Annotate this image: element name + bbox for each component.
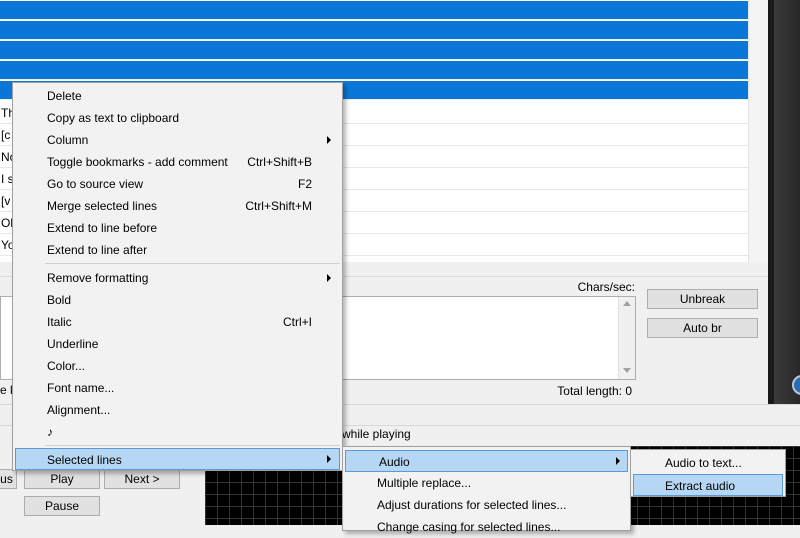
grid-row-selected[interactable] <box>0 21 748 40</box>
menu-item-underline[interactable]: Underline <box>15 333 340 355</box>
menu-item-adjust-durations[interactable]: Adjust durations for selected lines... <box>345 494 628 516</box>
menu-item-copy-as-text[interactable]: Copy as text to clipboard <box>15 107 340 129</box>
menu-item-shortcut: F2 <box>297 177 312 191</box>
video-preview[interactable] <box>768 0 800 410</box>
total-length-label: Total length: 0 <box>557 384 632 398</box>
menu-item-label: Copy as text to clipboard <box>47 111 180 125</box>
grid-scrollbar[interactable] <box>748 0 768 262</box>
scroll-down-arrow-icon[interactable] <box>623 368 631 373</box>
menu-item-label: Extend to line before <box>47 221 158 235</box>
menu-item-label: Underline <box>47 337 99 351</box>
menu-item-label: Column <box>47 133 89 147</box>
menu-item-extract-audio[interactable]: Extract audio <box>633 474 783 496</box>
menu-item-shortcut: Ctrl+I <box>282 315 312 329</box>
menu-item-label: Bold <box>47 293 72 307</box>
menu-item-label: Go to source view <box>47 177 144 191</box>
menu-separator <box>45 263 340 264</box>
unbreak-button[interactable]: Unbreak <box>647 289 758 309</box>
submenu-arrow-icon <box>327 455 331 463</box>
menu-separator <box>45 445 340 446</box>
menu-item-audio[interactable]: Audio <box>345 450 628 472</box>
grid-row-selected[interactable] <box>0 1 748 20</box>
scroll-up-arrow-icon[interactable] <box>623 301 631 306</box>
menu-item-font-name[interactable]: Font name... <box>15 377 340 399</box>
previous-button[interactable]: us <box>0 469 17 489</box>
menu-item-selected-lines[interactable]: Selected lines <box>15 448 340 470</box>
pause-button[interactable]: Pause <box>24 496 100 516</box>
menu-item-label: Audio <box>379 455 410 469</box>
menu-item-bold[interactable]: Bold <box>15 289 340 311</box>
menu-item-label: Merge selected lines <box>47 199 158 213</box>
menu-item-shortcut: Ctrl+Shift+M <box>245 199 312 213</box>
submenu-arrow-icon <box>616 457 620 465</box>
while-playing-label: while playing <box>342 427 411 441</box>
menu-item-extend-to-line-before[interactable]: Extend to line before <box>15 217 340 239</box>
menu-item-label: ♪ <box>47 425 53 439</box>
menu-item-multiple-replace[interactable]: Multiple replace... <box>345 472 628 494</box>
menu-item-audio-to-text[interactable]: Audio to text... <box>633 452 783 474</box>
menu-item-label: Audio to text... <box>665 456 742 470</box>
menu-item-delete[interactable]: Delete <box>15 85 340 107</box>
menu-item-label: Adjust durations for selected lines... <box>377 498 567 512</box>
grid-row-selected[interactable] <box>0 41 748 60</box>
play-button[interactable]: Play <box>24 469 100 489</box>
menu-item-music-note[interactable]: ♪ <box>15 421 340 443</box>
menu-item-change-casing[interactable]: Change casing for selected lines... <box>345 516 628 538</box>
submenu-arrow-icon <box>327 136 331 144</box>
menu-item-label: Alignment... <box>47 403 111 417</box>
grid-row-selected[interactable] <box>0 61 748 80</box>
menu-item-column[interactable]: Column <box>15 129 340 151</box>
menu-item-italic[interactable]: Italic Ctrl+I <box>15 311 340 333</box>
menu-item-label: Selected lines <box>47 453 122 467</box>
menu-item-toggle-bookmarks[interactable]: Toggle bookmarks - add comment Ctrl+Shift… <box>15 151 340 173</box>
menu-item-label: Extend to line after <box>47 243 148 257</box>
menu-item-shortcut: Ctrl+Shift+B <box>247 155 312 169</box>
auto-br-button[interactable]: Auto br <box>647 318 758 338</box>
menu-item-label: Change casing for selected lines... <box>377 520 561 534</box>
menu-item-color[interactable]: Color... <box>15 355 340 377</box>
context-menu: Delete Copy as text to clipboard Column … <box>12 82 343 471</box>
menu-item-label: Extract audio <box>665 479 736 493</box>
next-button[interactable]: Next > <box>104 469 180 489</box>
menu-item-label: Toggle bookmarks - add comment <box>47 155 228 169</box>
video-frame <box>774 0 800 410</box>
menu-item-go-to-source-view[interactable]: Go to source view F2 <box>15 173 340 195</box>
menu-item-label: Italic <box>47 315 72 329</box>
menu-item-extend-to-line-after[interactable]: Extend to line after <box>15 239 340 261</box>
menu-item-label: Color... <box>47 359 86 373</box>
menu-item-label: Font name... <box>47 381 115 395</box>
text-scrollbar[interactable] <box>618 297 635 379</box>
selected-lines-submenu: Audio Multiple replace... Adjust duratio… <box>342 446 631 534</box>
menu-item-label: Remove formatting <box>47 271 149 285</box>
menu-item-merge-selected-lines[interactable]: Merge selected lines Ctrl+Shift+M <box>15 195 340 217</box>
menu-item-remove-formatting[interactable]: Remove formatting <box>15 267 340 289</box>
menu-item-label: Multiple replace... <box>377 476 472 490</box>
left-edge-label: e l <box>0 383 13 397</box>
submenu-arrow-icon <box>327 274 331 282</box>
audio-submenu: Audio to text... Extract audio <box>630 449 786 497</box>
menu-item-label: Delete <box>47 89 82 103</box>
menu-item-alignment[interactable]: Alignment... <box>15 399 340 421</box>
